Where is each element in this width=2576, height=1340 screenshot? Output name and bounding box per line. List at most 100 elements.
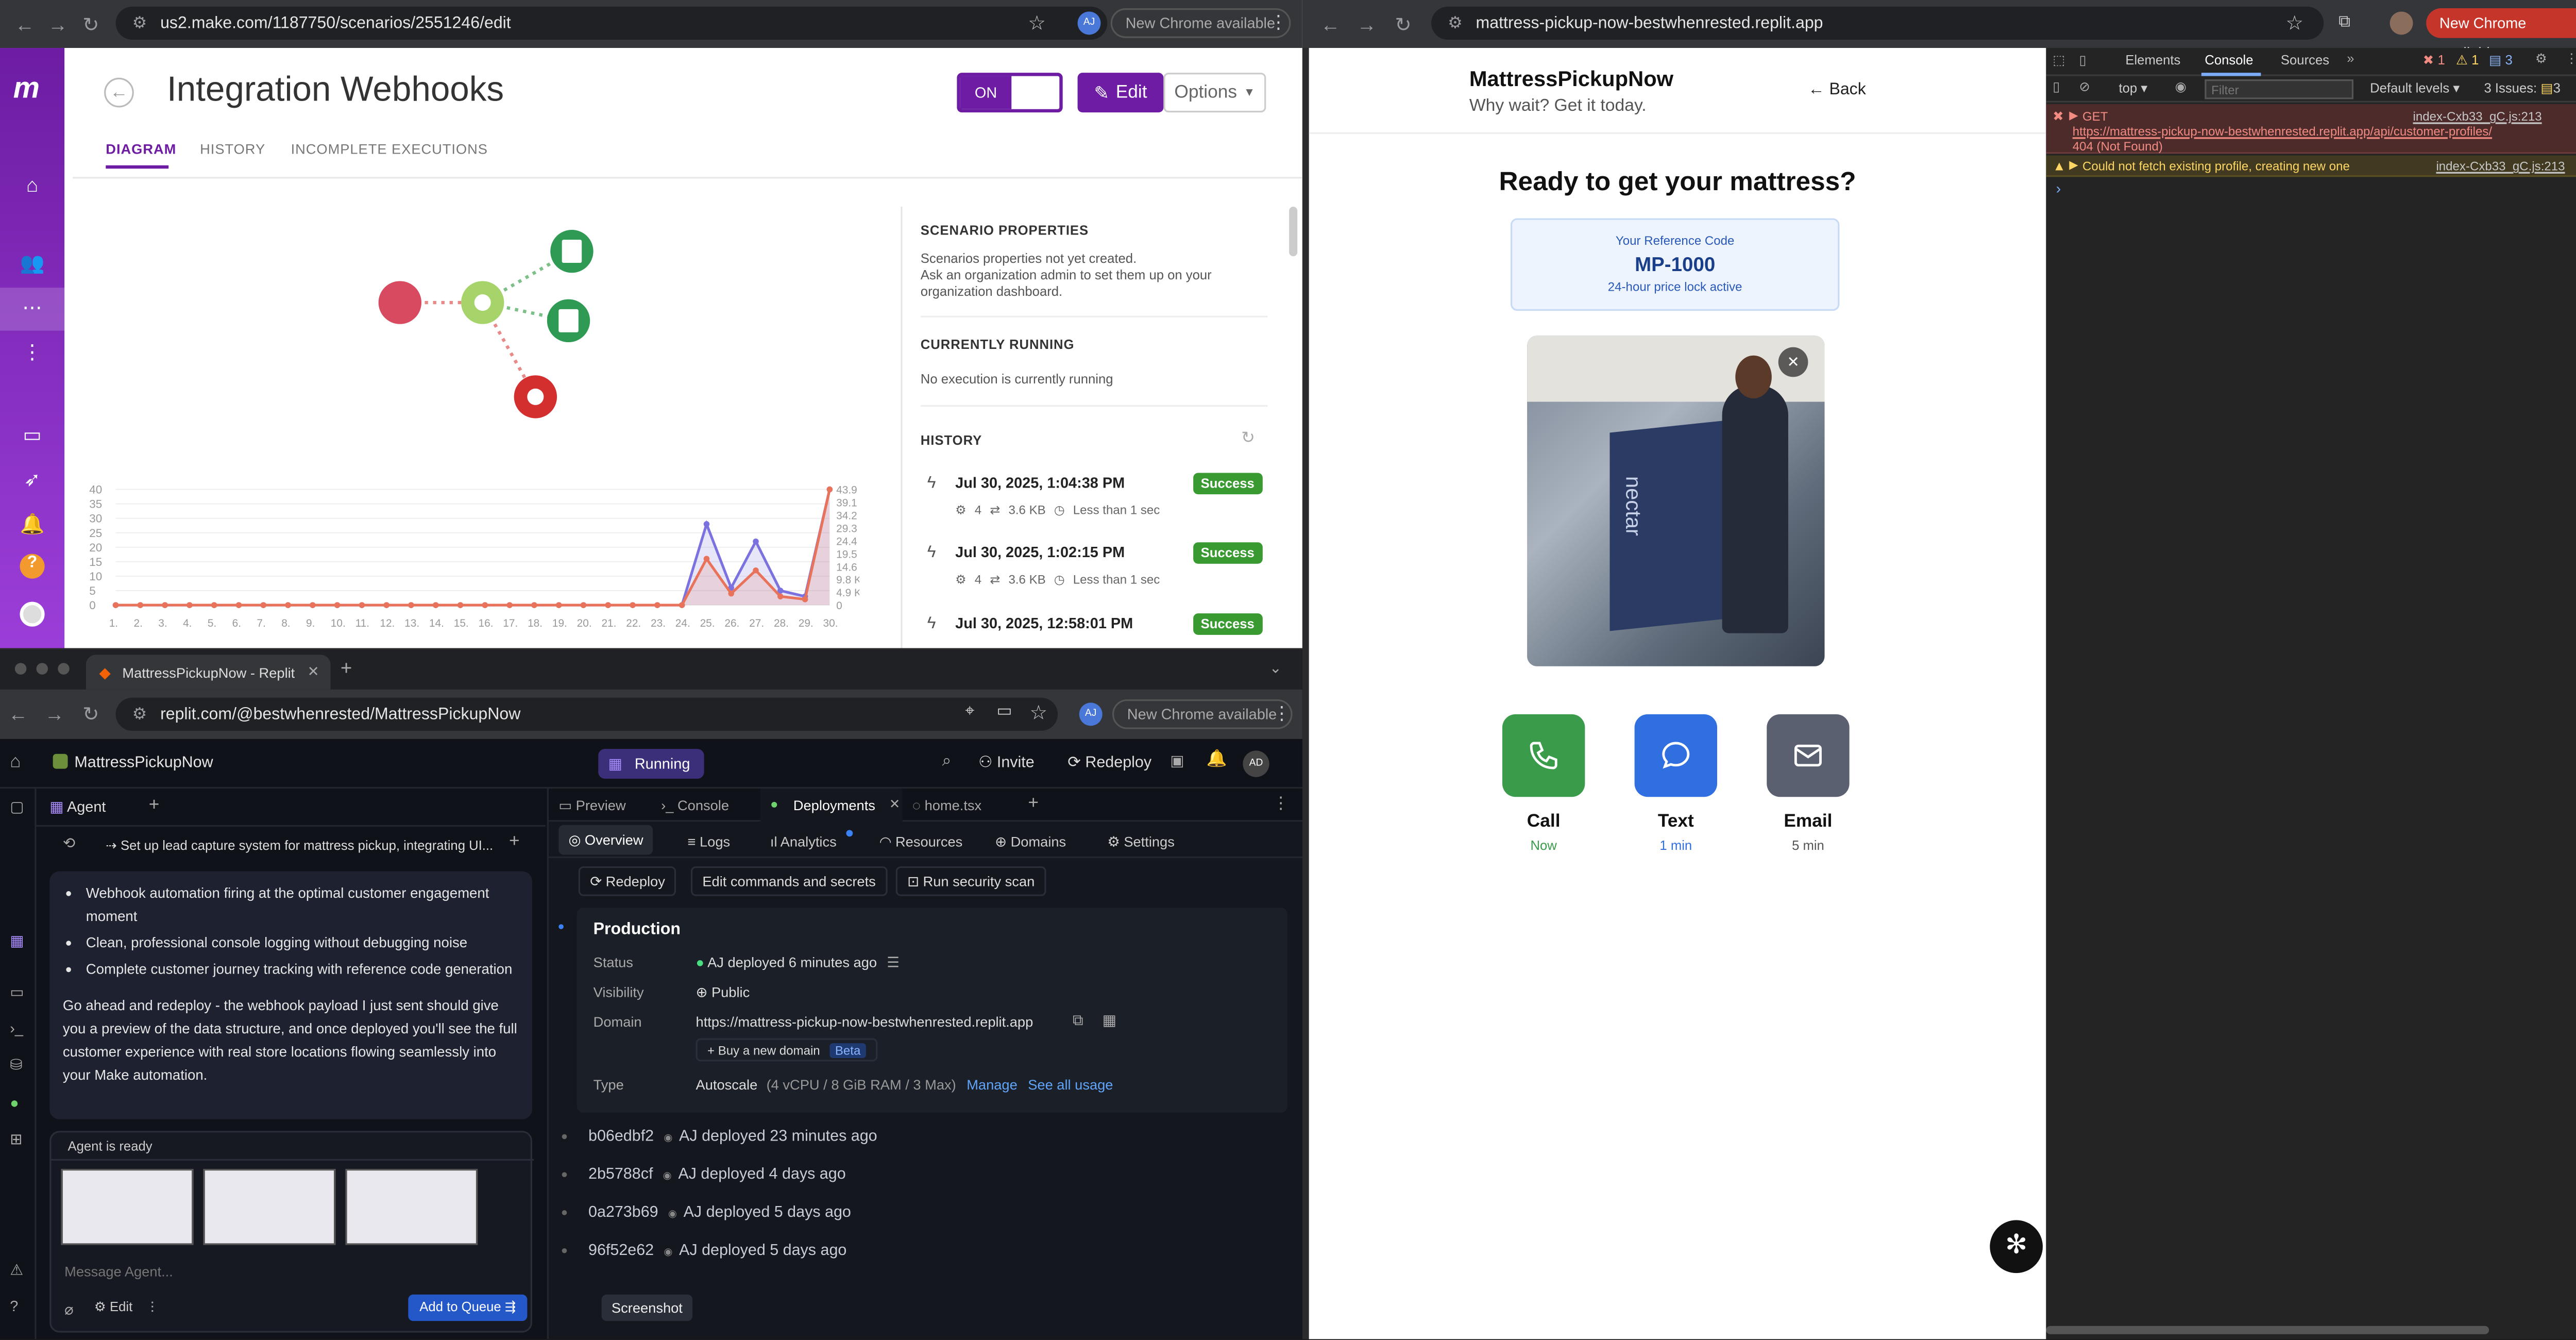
back-icon[interactable]: ← <box>13 13 37 37</box>
subtab-overview[interactable]: ◎ Overview <box>558 825 653 855</box>
more-tabs-icon[interactable]: » <box>2347 51 2354 66</box>
warning-count[interactable]: ⚠ 1 <box>2456 53 2479 68</box>
new-chrome-button[interactable]: New Chrome available <box>2426 8 2576 61</box>
call-button[interactable] <box>1502 714 1585 797</box>
history-row[interactable]: ϟ Jul 30, 2025, 12:58:01 PM Success <box>927 613 1263 648</box>
profile-avatar[interactable] <box>2389 11 2413 35</box>
clear-console-icon[interactable]: ⊘ <box>2079 79 2091 94</box>
make-address-bar[interactable]: ⚙ us2.make.com/1187750/scenarios/2551246… <box>115 6 1108 40</box>
deployment-row[interactable]: b06edbf2 ◉ AJ deployed 23 minutes ago <box>588 1128 877 1146</box>
back-arrow-icon[interactable]: ← <box>104 77 134 108</box>
subtab-analytics[interactable]: ıl Analytics <box>770 833 837 850</box>
context-selector[interactable]: top ▾ <box>2119 81 2148 96</box>
sidebar-toggle-icon[interactable]: ▯ <box>2053 79 2060 94</box>
live-expression-icon[interactable]: ◉ <box>2175 79 2187 94</box>
site-info-icon[interactable]: ⚙ <box>1448 14 1463 32</box>
issues-button[interactable]: 3 Issues: ▤3 <box>2484 81 2560 96</box>
home-icon[interactable]: ⌂ <box>18 174 46 202</box>
user-avatar[interactable]: AD <box>1243 750 1269 777</box>
tab-diagram[interactable]: DIAGRAM <box>106 141 176 157</box>
edit-mode-button[interactable]: ⚙ Edit <box>94 1299 132 1314</box>
chrome-menu-icon[interactable]: ⋮ <box>1269 11 1287 33</box>
tab-home-tsx[interactable]: ◌ home.tsx <box>912 797 981 813</box>
history-row[interactable]: ϟ Jul 30, 2025, 1:04:38 PM Success ⚙ 4 ⇄ 3… <box>927 473 1263 539</box>
tab-console[interactable]: Console <box>2205 53 2253 68</box>
history-row[interactable]: ϟ Jul 30, 2025, 1:02:15 PM Success ⚙ 4 ⇄ 3… <box>927 542 1263 608</box>
home-icon[interactable]: ⌂ <box>10 752 21 772</box>
shell-icon[interactable]: ›_ <box>10 1020 23 1036</box>
assistant-fab-icon[interactable]: ✻ <box>1990 1220 2043 1274</box>
bookmark-star-icon[interactable]: ☆ <box>1030 701 1048 724</box>
subtab-logs[interactable]: ≡ Logs <box>687 833 730 850</box>
edit-button[interactable]: ✎ Edit <box>1077 73 1164 113</box>
cast-icon[interactable]: ▭ <box>996 702 1012 721</box>
copy-icon[interactable]: ⧉ <box>1073 1012 1083 1030</box>
new-pane-tab-icon[interactable]: + <box>149 795 160 815</box>
buy-domain-button[interactable]: + Buy a new domain Beta <box>696 1038 877 1062</box>
sliders-icon[interactable]: ⫶ <box>150 1299 154 1317</box>
console-prompt-icon[interactable]: › <box>2056 180 2061 197</box>
error-count[interactable]: ✖ 1 <box>2423 53 2445 68</box>
reload-icon[interactable]: ↻ <box>79 702 103 726</box>
deploy-icon[interactable]: ● <box>10 1095 19 1111</box>
source-link[interactable]: index-Cxb33_gC.js:213 <box>2436 159 2565 174</box>
alert-icon[interactable]: ⚠ <box>10 1262 23 1280</box>
subtab-resources[interactable]: ◠ Resources <box>879 833 963 851</box>
back-icon[interactable]: ← <box>1319 13 1342 37</box>
attach-icon[interactable]: ⌀ <box>64 1301 73 1319</box>
text-button[interactable] <box>1634 714 1718 797</box>
site-info-icon[interactable]: ⚙ <box>132 14 147 32</box>
log-levels-dropdown[interactable]: Default levels ▾ <box>2370 81 2460 96</box>
options-dropdown[interactable]: Options ▼ <box>1163 73 1266 113</box>
request-url[interactable]: https://mattress-pickup-now-bestwhenrest… <box>2073 124 2492 139</box>
redeploy-button[interactable]: ⟳ Redeploy <box>578 866 677 896</box>
close-photo-icon[interactable]: ✕ <box>1778 347 1808 377</box>
chrome-menu-icon[interactable]: ⋮ <box>1273 702 1291 724</box>
redeploy-top-button[interactable]: ⟳ Redeploy <box>1067 754 1151 772</box>
scenario-diagram[interactable] <box>364 212 628 443</box>
bookmark-star-icon[interactable]: ☆ <box>2286 11 2304 35</box>
history-icon[interactable]: ⟲ <box>63 835 75 853</box>
window-min-dot[interactable] <box>36 663 48 675</box>
window-close-dot[interactable] <box>14 663 27 675</box>
screenshot-thumbnail[interactable] <box>203 1168 336 1245</box>
scenario-toggle[interactable]: ON <box>957 73 1063 113</box>
screenshot-thumbnail[interactable] <box>61 1168 194 1245</box>
tab-preview[interactable]: ▭ Preview <box>558 797 625 815</box>
pane-menu-icon[interactable]: ⋮ <box>1273 795 1289 813</box>
devtools-settings-icon[interactable]: ⚙ <box>2535 51 2547 66</box>
tab-close-icon[interactable]: ✕ <box>308 663 319 681</box>
forward-icon[interactable]: → <box>46 13 70 37</box>
tab-history[interactable]: HISTORY <box>200 141 265 157</box>
console-error-row[interactable]: ✖ ▶ GET index-Cxb33_gC.js:213 https://ma… <box>2046 104 2576 154</box>
refresh-icon[interactable]: ↻ <box>1241 430 1255 448</box>
email-button[interactable] <box>1767 714 1850 797</box>
database-icon[interactable]: ⛁ <box>10 1057 22 1075</box>
more-icon[interactable]: ⋮ <box>18 341 46 369</box>
scrollbar[interactable] <box>1289 206 1298 257</box>
preview-icon[interactable]: ▭ <box>10 984 24 1002</box>
project-name[interactable]: MattressPickupNow <box>74 754 213 772</box>
bell-icon[interactable]: 🔔 <box>18 512 46 541</box>
forward-icon[interactable]: → <box>43 702 66 726</box>
files-icon[interactable]: ▢ <box>10 798 24 816</box>
replit-address-bar[interactable]: ⚙ replit.com/@bestwhenrested/MattressPic… <box>115 697 1058 731</box>
replit-tab[interactable]: ◆ MattressPickupNow - Replit ✕ <box>86 655 331 690</box>
source-link[interactable]: index-Cxb33_gC.js:213 <box>2413 109 2542 124</box>
extensions-icon[interactable]: ⧉ <box>2338 13 2350 31</box>
console-warning-row[interactable]: ▲ ▶ Could not fetch existing profile, cr… <box>2046 155 2576 177</box>
forward-icon[interactable]: → <box>1355 13 1378 37</box>
window-max-dot[interactable] <box>58 663 70 675</box>
subtab-settings[interactable]: ⚙ Settings <box>1107 833 1175 851</box>
domain-value[interactable]: https://mattress-pickup-now-bestwhenrest… <box>696 1013 1033 1030</box>
horizontal-scrollbar[interactable] <box>2046 1326 2489 1334</box>
bookmark-star-icon[interactable]: ☆ <box>1028 11 1046 35</box>
profile-avatar[interactable]: AJ <box>1079 702 1103 726</box>
new-chrome-button[interactable]: New Chrome available <box>1112 699 1292 729</box>
agent-icon[interactable]: ▦ <box>10 932 24 950</box>
new-tab-icon[interactable]: + <box>341 657 352 680</box>
user-avatar[interactable] <box>20 601 45 627</box>
see-usage-link[interactable]: See all usage <box>1028 1076 1113 1093</box>
reload-icon[interactable]: ↻ <box>1392 13 1415 37</box>
reload-icon[interactable]: ↻ <box>79 13 103 37</box>
